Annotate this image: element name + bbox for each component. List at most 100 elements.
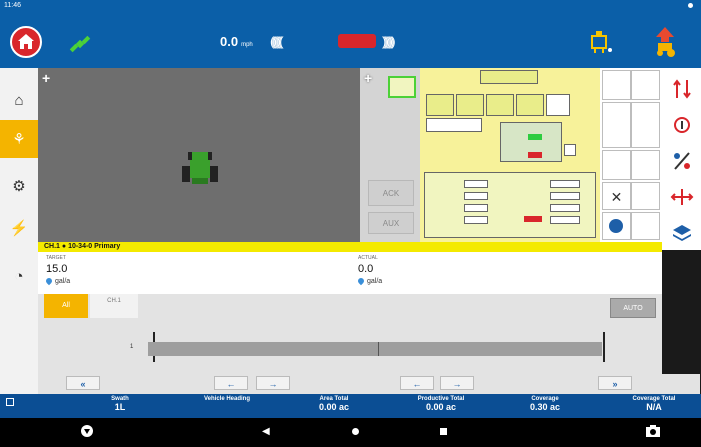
system-status-bar: 11:46 xyxy=(0,0,701,12)
shift-left-button[interactable]: ← xyxy=(214,376,248,390)
vt-tools-icon[interactable]: ✕ xyxy=(602,182,631,210)
rotate-icon xyxy=(673,117,690,133)
guidance-error-indicator xyxy=(338,34,376,48)
vt-softkey[interactable] xyxy=(631,150,660,180)
footer-menu-icon[interactable] xyxy=(6,398,14,406)
shift-right-button[interactable]: → xyxy=(256,376,290,390)
heading-label: Vehicle Heading xyxy=(203,396,251,402)
ack-button[interactable]: ACK xyxy=(368,180,414,206)
productive-total-cell[interactable]: Productive Total 0.00 ac xyxy=(398,396,484,412)
status-footer: Swath 1L Vehicle Heading Area Total 0.00… xyxy=(0,394,701,418)
home-icon xyxy=(18,34,34,49)
speed-value: 0.0 xyxy=(220,34,239,49)
left-navigation: ⌂ ⚘ ⚙ ⚡ ◔ xyxy=(0,68,38,394)
vt-box xyxy=(426,118,482,132)
vt-red-indicator xyxy=(528,152,542,158)
section-control-area: All CH.1 AUTO 1 xyxy=(38,294,662,374)
productive-total-value: 0.00 ac xyxy=(425,402,457,412)
percent-button[interactable] xyxy=(662,144,701,178)
vt-title-box xyxy=(480,70,538,84)
app-logo-icon[interactable] xyxy=(80,424,94,441)
coverage-total-cell[interactable]: Coverage Total N/A xyxy=(612,396,696,412)
diagnostics-icon: ⚡ xyxy=(9,220,29,237)
coverage-cell[interactable]: Coverage 0.30 ac xyxy=(510,396,580,412)
target-rate-value[interactable]: 15.0 xyxy=(46,263,67,275)
field-run-icon: ⚘ xyxy=(12,131,26,148)
top-header: 0.0 mph (((((((( )))))))) xyxy=(0,12,701,68)
vt-softkey[interactable] xyxy=(602,70,631,100)
vt-softkey-column: ✕ xyxy=(600,68,662,242)
vehicle-settings-icon[interactable] xyxy=(650,26,680,58)
vt-box xyxy=(426,94,454,116)
boom-width-button[interactable] xyxy=(662,180,701,214)
vt-cell xyxy=(550,204,580,212)
actual-rate-value: 0.0 xyxy=(358,263,374,275)
vt-cell xyxy=(464,204,488,212)
implement-icon[interactable] xyxy=(588,28,614,56)
vt-box xyxy=(546,94,570,116)
vt-softkey[interactable] xyxy=(631,70,660,100)
vt-search-icon[interactable] xyxy=(564,144,576,156)
coverage-value: 0.30 ac xyxy=(529,402,561,412)
vt-data-mask[interactable] xyxy=(420,68,600,242)
vt-box xyxy=(486,94,514,116)
vt-box xyxy=(516,94,544,116)
boom-scale-label: 1 xyxy=(130,344,134,350)
rewind-button[interactable]: « xyxy=(66,376,100,390)
tab-all[interactable]: All xyxy=(44,294,88,318)
area-total-cell[interactable]: Area Total 0.00 ac xyxy=(300,396,368,412)
steer-right-chevrons: )))))))) xyxy=(382,34,396,49)
vt-selected-softkey[interactable] xyxy=(388,76,416,98)
target-unit: gal/a xyxy=(44,276,70,286)
speed-readout: 0.0 mph xyxy=(220,34,253,49)
vt-red-indicator xyxy=(524,216,542,222)
expand-map-icon[interactable]: + xyxy=(42,70,50,86)
guidance-map[interactable]: + xyxy=(38,68,360,242)
recents-icon[interactable] xyxy=(440,428,447,435)
nav-guidance-settings[interactable]: ⚙ xyxy=(0,168,38,204)
product-channel-title[interactable]: CH.1 ● 10-34-0 Primary xyxy=(38,242,662,252)
vt-softkey[interactable] xyxy=(631,102,660,148)
speed-unit: mph xyxy=(241,42,253,48)
layers-icon xyxy=(672,225,691,241)
expand-vt-icon[interactable]: + xyxy=(364,70,372,86)
vt-cell xyxy=(464,216,488,224)
vt-softkey[interactable] xyxy=(602,150,631,180)
shift-controls-row: « ← → ← → » xyxy=(38,374,700,394)
vt-softkey[interactable] xyxy=(602,102,631,148)
vt-cell xyxy=(464,180,488,188)
heading-cell[interactable]: Vehicle Heading xyxy=(180,396,274,402)
boom-sections-bar[interactable] xyxy=(148,342,602,356)
home-button[interactable] xyxy=(10,26,42,58)
vt-softkey[interactable] xyxy=(631,182,660,210)
speedometer-icon: ◔ xyxy=(14,267,24,285)
nudge-right-button[interactable]: → xyxy=(440,376,474,390)
guidance-settings-icon: ⚙ xyxy=(12,178,26,195)
nav-home[interactable]: ⌂ xyxy=(0,82,38,118)
nav-speedometer[interactable]: ◔ xyxy=(0,258,38,294)
layers-button[interactable] xyxy=(662,216,701,250)
forward-button[interactable]: » xyxy=(598,376,632,390)
nav-diagnostics[interactable]: ⚡ xyxy=(0,210,38,246)
vt-softkey[interactable] xyxy=(631,212,660,240)
aux-button[interactable]: AUX xyxy=(368,212,414,234)
vt-softkey[interactable] xyxy=(602,212,631,240)
home-circle-icon[interactable] xyxy=(352,428,359,435)
virtual-terminal-panel: + ACK AUX ✕ xyxy=(360,68,662,242)
screenshot-camera-icon[interactable] xyxy=(645,424,661,441)
auto-section-button[interactable]: AUTO xyxy=(610,298,656,318)
gps-satellite-icon[interactable] xyxy=(68,32,92,56)
nudge-left-button[interactable]: ← xyxy=(400,376,434,390)
swap-lines-button[interactable] xyxy=(662,72,701,106)
target-label: TARGET xyxy=(46,255,66,261)
vt-left-column: + ACK AUX xyxy=(360,68,420,242)
actual-unit: gal/a xyxy=(356,276,382,286)
nav-field-run[interactable]: ⚘ xyxy=(0,120,38,158)
back-icon[interactable]: ◀ xyxy=(262,426,270,437)
tab-ch1[interactable]: CH.1 xyxy=(90,294,138,318)
clock-text: 11:46 xyxy=(4,2,21,9)
rotate-button[interactable] xyxy=(662,108,701,142)
home-icon: ⌂ xyxy=(14,91,24,109)
rate-panel: TARGET 15.0 gal/a ACTUAL 0.0 gal/a xyxy=(38,252,662,294)
swath-cell[interactable]: Swath 1L xyxy=(94,396,146,412)
